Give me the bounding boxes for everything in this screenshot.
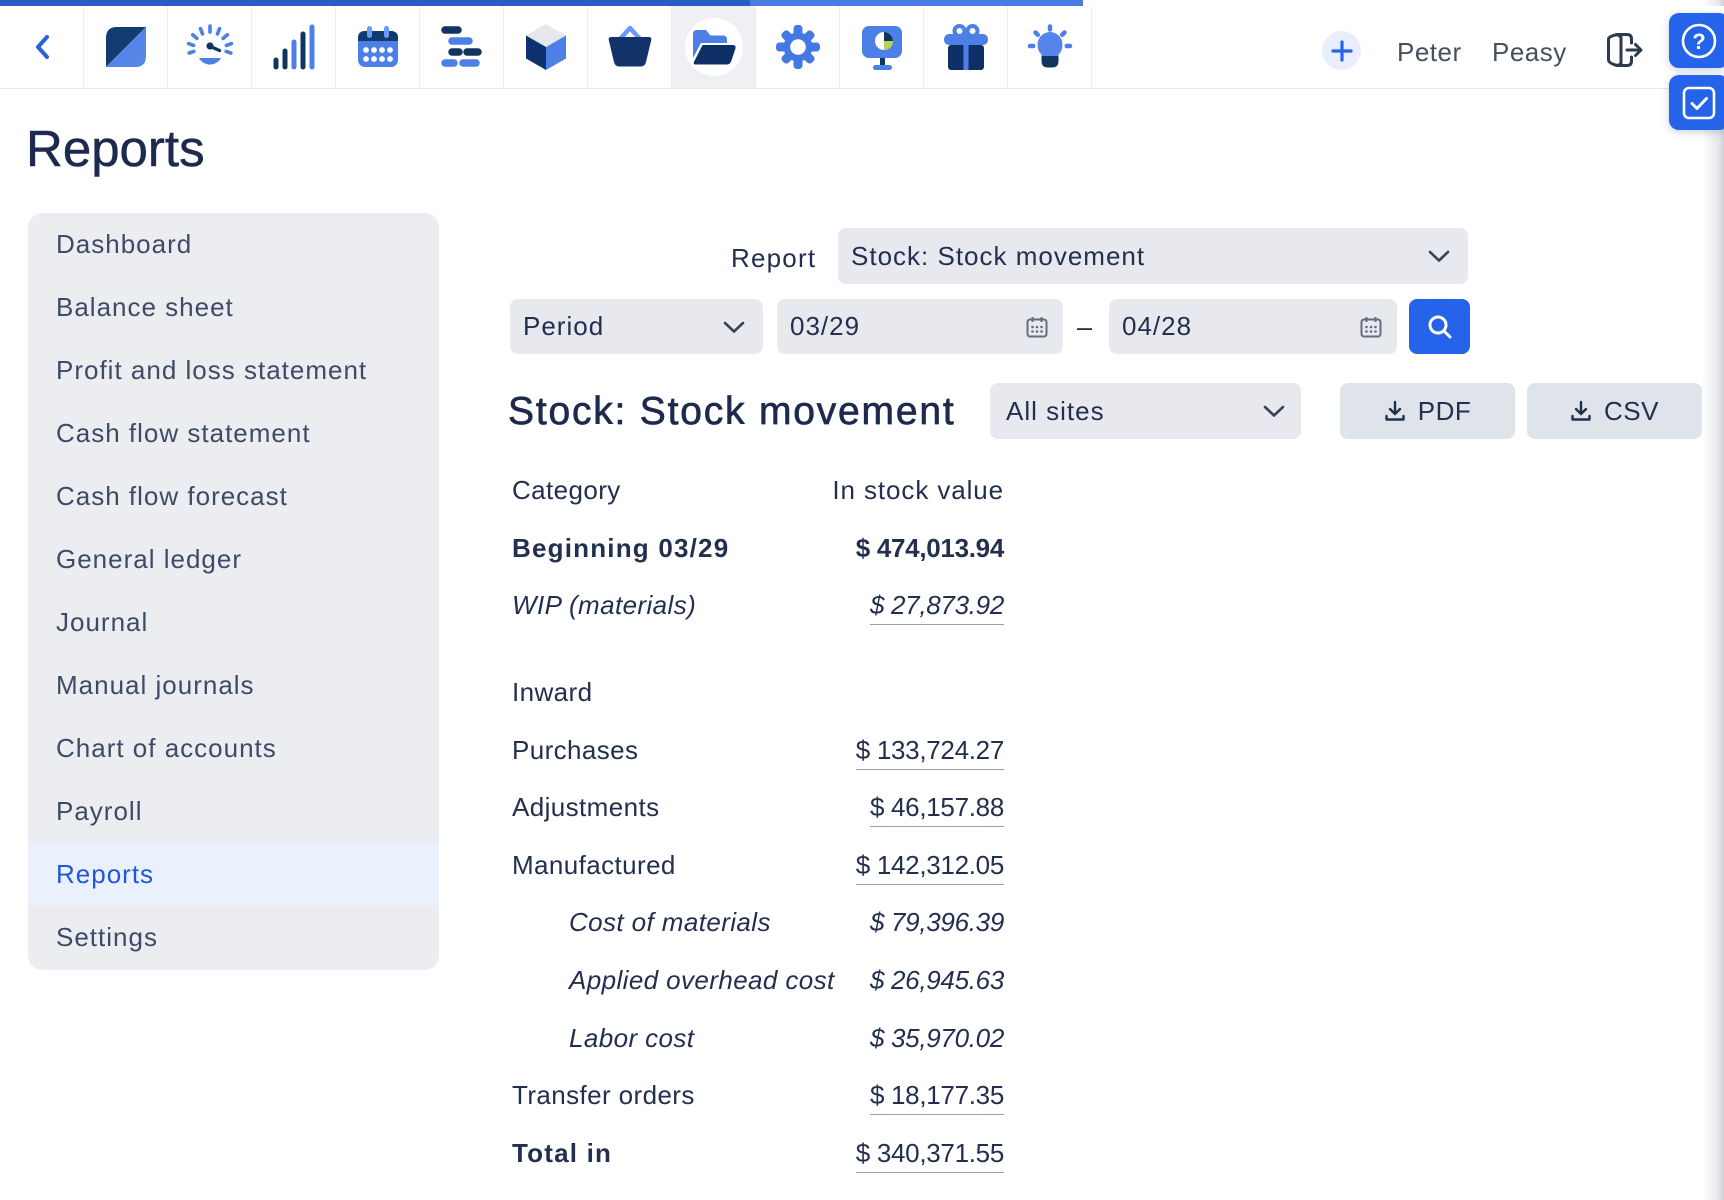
svg-text:?: ? [1692, 29, 1705, 54]
